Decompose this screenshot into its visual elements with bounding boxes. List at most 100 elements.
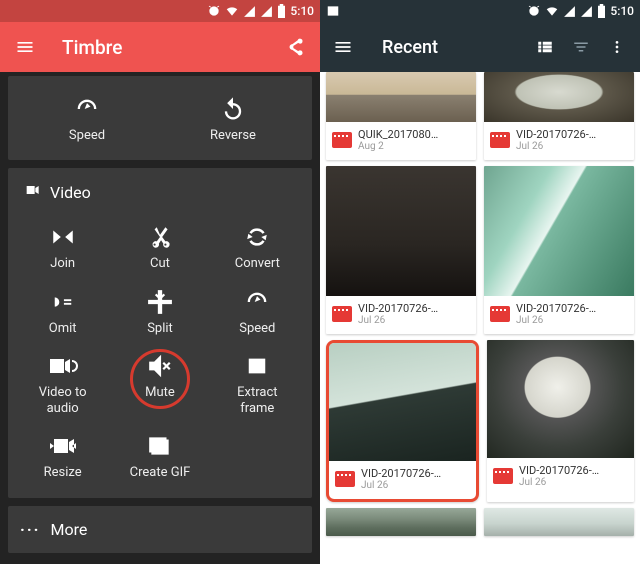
alarm-icon — [207, 4, 221, 18]
gallery-item[interactable]: VID-20170726-… Jul 26 — [484, 72, 634, 160]
gallery: QUIK_2017080… Aug 2 VID-20170726-… Jul 2… — [320, 72, 640, 564]
sort-icon[interactable] — [570, 36, 592, 58]
overflow-icon[interactable] — [606, 36, 628, 58]
gallery-item[interactable] — [484, 508, 634, 536]
status-bar-right: 5:10 — [320, 0, 640, 22]
action-label: Video to audio — [18, 385, 108, 418]
thumbnail — [484, 72, 634, 122]
gif-icon — [115, 431, 205, 461]
battery-icon — [597, 4, 606, 18]
action-label: Speed — [42, 128, 132, 144]
status-bar-left: 5:10 — [0, 0, 320, 22]
video-file-icon — [490, 132, 510, 148]
video-icon — [22, 182, 42, 202]
file-name: VID-20170726-… — [519, 464, 599, 477]
action-label: Convert — [212, 256, 302, 272]
file-date: Jul 26 — [519, 477, 599, 488]
app-title: Timbre — [62, 36, 284, 59]
thumbnail — [326, 166, 476, 296]
action-reverse[interactable]: Reverse — [188, 90, 278, 148]
gallery-item[interactable]: VID-20170726-… Jul 26 — [487, 340, 634, 502]
alarm-icon — [527, 4, 541, 18]
gallery-item-selected[interactable]: VID-20170726-… Jul 26 — [326, 340, 479, 502]
action-create-gif[interactable]: Create GIF — [115, 427, 205, 485]
menu-icon[interactable] — [332, 36, 354, 58]
video-file-icon — [490, 306, 510, 322]
gallery-item[interactable]: VID-20170726-… Jul 26 — [484, 166, 634, 334]
convert-icon — [212, 222, 302, 252]
audio-card-partial: Speed Reverse — [8, 76, 312, 160]
action-split[interactable]: Split — [115, 283, 205, 341]
speed-icon — [42, 94, 132, 124]
action-label: Resize — [18, 465, 108, 481]
file-date: Aug 2 — [358, 141, 438, 152]
action-join[interactable]: Join — [18, 218, 108, 276]
mute-icon — [115, 351, 205, 381]
gallery-item[interactable] — [326, 508, 476, 536]
action-label: Reverse — [188, 128, 278, 144]
action-resize[interactable]: Resize — [18, 427, 108, 485]
video-header: Video — [14, 178, 306, 212]
status-time: 5:10 — [290, 4, 314, 18]
action-label: Extract frame — [212, 385, 302, 418]
action-omit[interactable]: Omit — [18, 283, 108, 341]
signal-icon-2 — [260, 5, 273, 18]
action-speed-video[interactable]: Speed — [212, 283, 302, 341]
action-extract-frame[interactable]: Extract frame — [212, 347, 302, 422]
action-label: Mute — [115, 385, 205, 401]
video-card: Video Join Cut Convert Omit Sp — [8, 168, 312, 497]
file-name: VID-20170726-… — [358, 302, 438, 315]
file-date: Jul 26 — [361, 480, 441, 491]
thumbnail — [487, 340, 634, 458]
extract-frame-icon — [212, 351, 302, 381]
action-mute[interactable]: Mute — [115, 347, 205, 422]
menu-icon[interactable] — [14, 36, 36, 58]
action-label: Join — [18, 256, 108, 272]
omit-icon — [18, 287, 108, 317]
thumbnail — [484, 508, 634, 536]
gallery-item[interactable]: QUIK_2017080… Aug 2 — [326, 72, 476, 160]
video-file-icon — [493, 468, 513, 484]
video-file-icon — [332, 132, 352, 148]
thumbnail — [329, 343, 476, 461]
battery-icon — [277, 4, 286, 18]
recent-title: Recent — [382, 37, 520, 58]
thumbnail — [326, 72, 476, 122]
more-label: More — [50, 520, 87, 539]
gallery-item[interactable]: VID-20170726-… Jul 26 — [326, 166, 476, 334]
join-icon — [18, 222, 108, 252]
list-view-icon[interactable] — [534, 36, 556, 58]
signal-icon — [243, 5, 256, 18]
thumbnail — [326, 508, 476, 536]
action-label: Split — [115, 321, 205, 337]
file-name: VID-20170726-… — [516, 128, 596, 141]
action-label: Speed — [212, 321, 302, 337]
action-label: Cut — [115, 256, 205, 272]
wifi-icon — [545, 4, 559, 18]
cut-icon — [115, 222, 205, 252]
action-label: Omit — [18, 321, 108, 337]
status-time: 5:10 — [610, 4, 634, 18]
file-date: Jul 26 — [358, 315, 438, 326]
action-cut[interactable]: Cut — [115, 218, 205, 276]
file-name: VID-20170726-… — [516, 302, 596, 315]
more-icon: ··· — [20, 520, 40, 539]
video-to-audio-icon — [18, 351, 108, 381]
video-file-icon — [332, 306, 352, 322]
video-header-label: Video — [50, 183, 91, 202]
video-file-icon — [335, 471, 355, 487]
split-icon — [115, 287, 205, 317]
resize-icon — [18, 431, 108, 461]
more-card[interactable]: ··· More — [8, 506, 312, 553]
action-convert[interactable]: Convert — [212, 218, 302, 276]
action-video-to-audio[interactable]: Video to audio — [18, 347, 108, 422]
action-speed-audio[interactable]: Speed — [42, 90, 132, 148]
file-name: QUIK_2017080… — [358, 128, 438, 141]
wifi-icon — [225, 4, 239, 18]
speed-icon — [212, 287, 302, 317]
share-icon[interactable] — [284, 36, 306, 58]
file-date: Jul 26 — [516, 141, 596, 152]
action-label: Create GIF — [115, 465, 205, 481]
thumbnail — [484, 166, 634, 296]
appbar-right: Recent — [320, 22, 640, 72]
